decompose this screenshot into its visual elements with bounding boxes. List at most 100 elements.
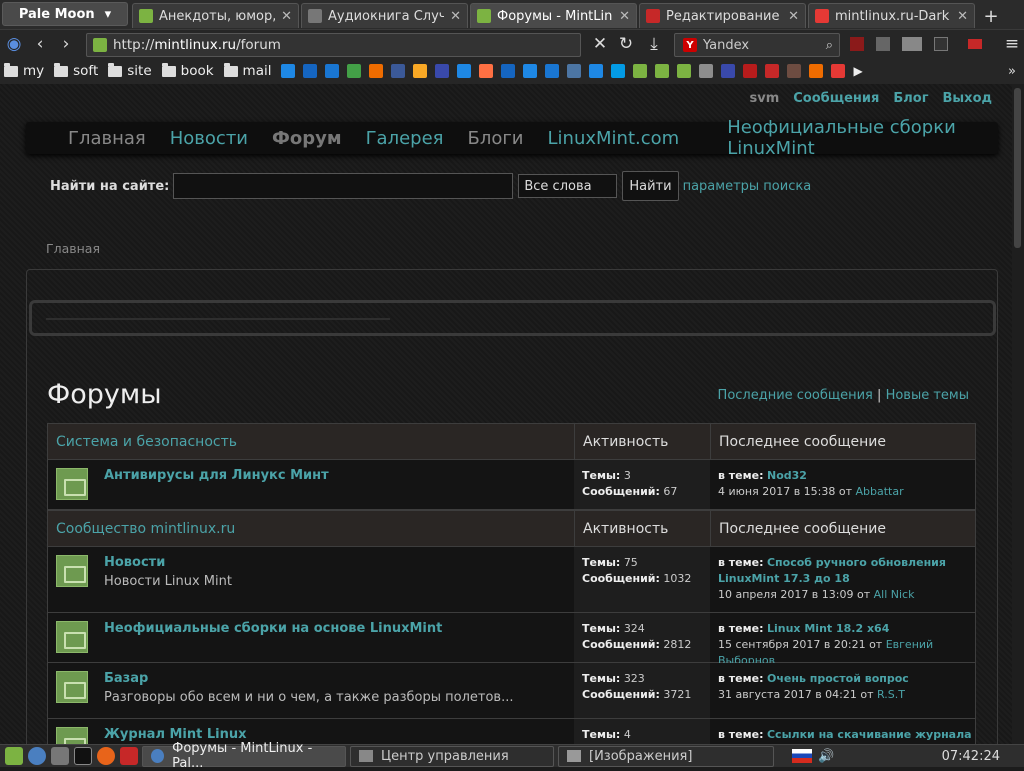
bookmark-favicon-icon[interactable] [633,64,648,78]
section-title[interactable]: Система и безопасность [48,434,574,450]
app-menu-button[interactable]: Pale Moon ▾ [2,2,128,26]
bookmark-folder-book[interactable]: book [161,62,214,79]
mint-menu-icon[interactable] [5,747,23,765]
tab-3[interactable]: Форумы - MintLinux ✕ [470,3,637,28]
addon-icon[interactable] [902,37,922,51]
search-button[interactable]: Найти [622,171,679,201]
menu-item-home[interactable]: Главная [68,128,146,149]
bookmark-folder-mail[interactable]: mail [223,62,271,79]
bookmark-folder-site[interactable]: site [108,62,152,79]
task-images[interactable]: [Изображения] [558,745,774,767]
url-bar[interactable]: http://mintlinux.ru/forum [86,33,581,57]
last-topic-link[interactable]: Nod32 [767,469,807,482]
terminal-icon[interactable] [74,747,92,765]
page-scrollbar[interactable] [1012,84,1024,744]
last-topic-link[interactable]: Очень простой вопрос [767,672,909,685]
menu-item-unofficial-builds[interactable]: Неофициальные сборки LinuxMint [727,117,998,159]
search-input[interactable] [173,173,514,199]
last-topic-link[interactable]: Linux Mint 18.2 x64 [767,622,889,635]
bookmark-favicon-icon[interactable] [567,64,582,78]
forward-button[interactable]: › [56,34,76,54]
app-icon[interactable] [120,747,138,765]
bookmark-favicon-icon[interactable] [787,64,802,78]
bookmark-favicon-icon[interactable] [281,64,296,78]
bookmark-folder-my[interactable]: my [4,62,44,79]
firefox-icon[interactable] [97,747,115,765]
globe-icon[interactable] [28,747,46,765]
section-title[interactable]: Сообщество mintlinux.ru [48,521,574,537]
search-mode-select[interactable]: Все слова [518,174,618,198]
download-icon[interactable]: ⤓ [644,34,664,54]
file-manager-icon[interactable] [51,747,69,765]
bookmark-favicon-icon[interactable] [413,64,428,78]
bookmark-favicon-icon[interactable] [457,64,472,78]
tab-4[interactable]: Редактирование '... ✕ [639,3,806,28]
bookmark-favicon-icon[interactable] [831,64,846,78]
addon-icon[interactable] [876,37,890,51]
breadcrumb[interactable]: Главная [46,241,100,256]
last-posts-link[interactable]: Последние сообщения [718,388,873,403]
bookmark-favicon-icon[interactable] [501,64,516,78]
bookmark-favicon-icon[interactable] [589,64,604,78]
stop-icon[interactable]: ✕ [590,34,610,54]
search-engine-box[interactable]: Y Yandex ⌕ [674,33,840,57]
author-link[interactable]: All Nick [874,588,915,601]
bookmark-favicon-icon[interactable] [721,64,736,78]
close-icon[interactable]: ✕ [281,9,292,24]
bookmark-favicon-icon[interactable] [325,64,340,78]
author-link[interactable]: R.S.T [877,688,905,701]
addon-icon[interactable] [934,37,948,51]
forum-name[interactable]: Неофициальные сборки на основе LinuxMint [104,621,574,636]
bookmark-favicon-icon[interactable] [743,64,758,78]
bookmark-favicon-icon[interactable] [611,64,626,78]
menu-item-linuxmint-com[interactable]: LinuxMint.com [548,128,680,149]
forum-name[interactable]: Базар [104,671,574,686]
keyboard-layout-flag-icon[interactable] [792,749,812,763]
scrollbar-thumb[interactable] [1014,88,1021,248]
logout-link[interactable]: Выход [943,91,992,106]
addon-icon[interactable] [850,37,864,51]
forum-name[interactable]: Новости [104,555,574,570]
author-link[interactable]: Abbattar [856,485,904,498]
tab-1[interactable]: Анекдоты, юмор, ... ✕ [132,3,299,28]
forum-name[interactable]: Антивирусы для Линукс Минт [104,468,574,483]
bookmark-favicon-icon[interactable] [809,64,824,78]
volume-icon[interactable]: 🔊 [818,749,834,764]
overflow-chevron-icon[interactable]: » [1008,64,1016,79]
tab-2[interactable]: Аудиокнига Случа... ✕ [301,3,468,28]
back-button[interactable]: ‹ [30,34,50,54]
search-params-link[interactable]: параметры поиска [683,179,812,194]
blog-link[interactable]: Блог [893,91,928,106]
messages-link[interactable]: Сообщения [793,91,879,106]
task-control-center[interactable]: Центр управления [350,745,554,767]
search-icon[interactable]: ⌕ [826,38,833,53]
menu-icon[interactable]: ≡ [1002,34,1022,54]
forum-name[interactable]: Журнал Mint Linux [104,727,574,742]
bookmark-favicon-icon[interactable] [699,64,714,78]
menu-item-news[interactable]: Новости [170,128,248,149]
bookmark-favicon-icon[interactable] [303,64,318,78]
reload-icon[interactable]: ↻ [616,34,636,54]
menu-item-blogs[interactable]: Блоги [467,128,523,149]
bookmark-favicon-icon[interactable] [677,64,692,78]
task-browser[interactable]: Форумы - MintLinux - Pal... [142,741,346,771]
last-topic-link[interactable]: Ссылки на скачивание журнала [767,728,972,741]
bookmark-favicon-icon[interactable] [479,64,494,78]
bookmark-folder-soft[interactable]: soft [54,62,98,79]
tab-5[interactable]: mintlinux.ru-Dark | ... ✕ [808,3,975,28]
menu-item-gallery[interactable]: Галерея [366,128,444,149]
bookmark-favicon-icon[interactable] [545,64,560,78]
close-icon[interactable]: ✕ [450,9,461,24]
bookmark-favicon-icon[interactable] [369,64,384,78]
globe-icon[interactable]: ◉ [4,34,24,54]
play-icon[interactable]: ▶ [853,64,862,78]
close-icon[interactable]: ✕ [957,9,968,24]
new-tab-button[interactable]: + [979,4,1003,28]
new-topics-link[interactable]: Новые темы [886,388,969,403]
bookmark-favicon-icon[interactable] [765,64,780,78]
adblock-icon[interactable] [968,39,982,49]
username[interactable]: svm [749,91,779,106]
bookmark-favicon-icon[interactable] [435,64,450,78]
close-icon[interactable]: ✕ [788,9,799,24]
bookmark-favicon-icon[interactable] [347,64,362,78]
